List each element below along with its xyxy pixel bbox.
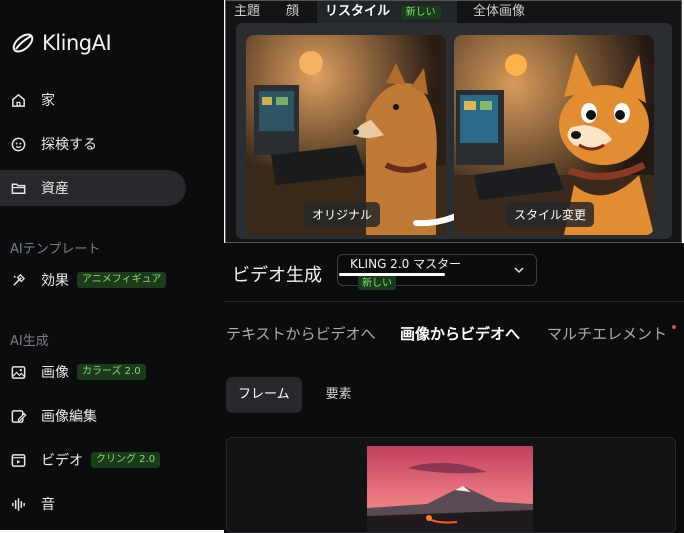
sidebar-item-video[interactable]: ビデオ クリング 2.0 [0, 442, 186, 478]
notification-dot [672, 325, 676, 329]
restyle-example-panel: 主題 顔 リスタイル 新しい 全体画像 オリジナル スタイル変更 [225, 0, 682, 243]
image-badge: カラーズ 2.0 [77, 364, 146, 380]
video-generation-panel: ビデオ生成 KLING 2.0 マスター 新しい テキストからビデオへ 画像から… [224, 243, 684, 533]
home-icon [12, 93, 25, 107]
sidebar-item-assets[interactable]: 資産 [0, 170, 186, 206]
sub-tab-elements[interactable]: 要素 [314, 377, 364, 413]
sidebar-item-label: 探検する [41, 137, 97, 153]
tab-restyle-label: リスタイル [325, 4, 391, 19]
app-name: KlingAI [42, 31, 112, 55]
effects-badge: アニメフィギュア [77, 272, 167, 288]
new-badge: 新しい [400, 6, 441, 19]
sidebar-item-explore[interactable]: 探検する [0, 126, 186, 162]
image-upload-area[interactable] [226, 437, 676, 533]
tab-text-to-video[interactable]: テキストからビデオへ [226, 323, 376, 344]
sub-tabs: フレーム 要素 [226, 377, 364, 413]
video-badge: クリング 2.0 [91, 452, 161, 468]
model-name: KLING 2.0 マスター [350, 257, 462, 271]
tab-multi-element[interactable]: マルチエレメント [547, 323, 667, 344]
generation-tabs: テキストからビデオへ 画像からビデオへ マルチエレメント [224, 323, 684, 353]
restyled-label: スタイル変更 [506, 202, 595, 227]
tab-full-image[interactable]: 全体画像 [465, 1, 533, 23]
tab-face[interactable]: 顔 [278, 1, 307, 23]
kling-logo-icon [12, 33, 34, 53]
sidebar-item-image-edit[interactable]: 画像編集 [0, 398, 186, 434]
sidebar-item-sound[interactable]: 音 [0, 486, 186, 522]
sidebar-item-label: 家 [41, 93, 55, 109]
divider [224, 301, 684, 302]
sidebar-item-label: 音 [41, 497, 55, 513]
example-tabs: 主題 顔 リスタイル 新しい 全体画像 [226, 1, 681, 23]
image-edit-icon [11, 409, 27, 423]
model-select[interactable]: KLING 2.0 マスター 新しい [337, 254, 537, 290]
uploaded-image-thumbnail [367, 446, 533, 532]
section-title-ai-generation: AI生成 [10, 334, 49, 349]
sub-tab-frame[interactable]: フレーム [226, 377, 302, 413]
effects-icon [13, 273, 26, 286]
original-label: オリジナル [304, 202, 381, 227]
tab-subject[interactable]: 主題 [226, 1, 268, 23]
active-tab-indicator [339, 273, 445, 276]
image-icon [11, 365, 26, 379]
volcano-image [367, 446, 533, 532]
explore-icon [11, 137, 26, 151]
sound-icon [12, 497, 25, 511]
sidebar-item-label: ビデオ [41, 453, 83, 469]
sidebar-item-label: 画像 [41, 365, 69, 381]
example-preview: オリジナル スタイル変更 [236, 23, 672, 239]
tab-image-to-video[interactable]: 画像からビデオへ [400, 323, 520, 344]
tab-restyle[interactable]: リスタイル 新しい [317, 1, 458, 23]
section-title-ai-templates: AIテンプレート [10, 242, 101, 257]
sidebar-item-label: 資産 [41, 181, 69, 197]
sidebar-item-effects[interactable]: 効果 アニメフィギュア [0, 262, 186, 298]
folder-icon [11, 182, 26, 194]
sidebar-item-home[interactable]: 家 [0, 82, 186, 118]
chevron-down-icon [514, 267, 524, 274]
sidebar-item-label: 効果 [41, 273, 69, 289]
page-title: ビデオ生成 [232, 265, 322, 286]
app-logo[interactable]: KlingAI [10, 30, 112, 56]
sidebar-item-label: 画像編集 [41, 409, 97, 425]
sidebar: KlingAI 家 探検する 資産 AIテンプレート 効果 アニメフィギュア A… [0, 0, 224, 530]
restyled-image: スタイル変更 [454, 35, 654, 235]
sidebar-item-image[interactable]: 画像 カラーズ 2.0 [0, 354, 186, 390]
video-icon [11, 453, 26, 467]
